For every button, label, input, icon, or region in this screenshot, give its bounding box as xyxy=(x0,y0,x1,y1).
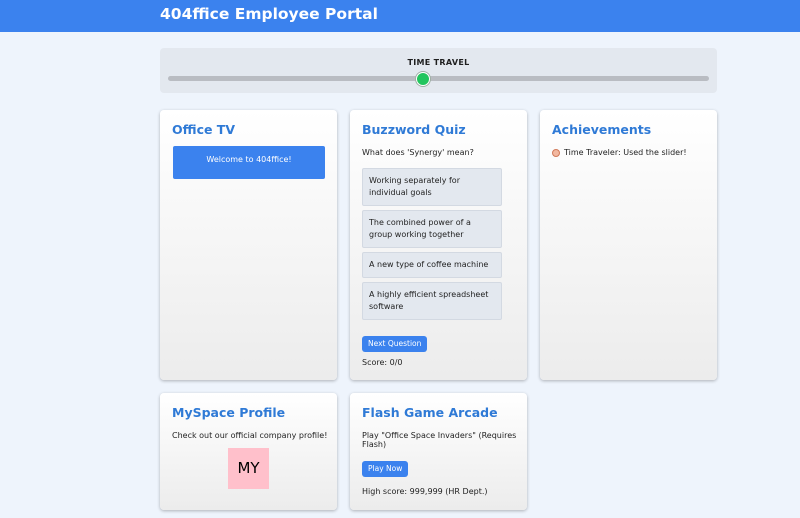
quiz-question: What does 'Synergy' mean? xyxy=(362,148,474,157)
next-question-button[interactable]: Next Question xyxy=(362,336,428,352)
flash-arcade-card: Flash Game Arcade Play "Office Space Inv… xyxy=(350,393,527,510)
time-travel-panel: TIME TRAVEL xyxy=(160,48,717,93)
arcade-high-score: High score: 999,999 (HR Dept.) xyxy=(362,487,488,496)
quiz-option[interactable]: The combined power of a group working to… xyxy=(362,210,502,248)
quiz-title: Buzzword Quiz xyxy=(362,122,466,137)
time-travel-slider-thumb[interactable] xyxy=(415,72,430,86)
quiz-score: Score: 0/0 xyxy=(362,358,403,367)
time-travel-label: TIME TRAVEL xyxy=(407,58,470,67)
arcade-title: Flash Game Arcade xyxy=(362,405,498,420)
achievements-card: Achievements Time Traveler: Used the sli… xyxy=(540,110,717,380)
myspace-title: MySpace Profile xyxy=(172,405,286,420)
office-tv-title: Office TV xyxy=(172,122,236,137)
medal-icon xyxy=(552,148,560,157)
header: 404ffice Employee Portal xyxy=(0,0,800,32)
time-travel-slider-track[interactable] xyxy=(168,76,709,81)
office-tv-screen: Welcome to 404ffice! xyxy=(173,146,325,179)
myspace-profile-card: MySpace Profile Check out our official c… xyxy=(160,393,337,510)
arcade-description: Play "Office Space Invaders" (Requires F… xyxy=(362,431,517,449)
myspace-description: Check out our official company profile! xyxy=(172,431,328,440)
office-tv-card: Office TV Welcome to 404ffice! xyxy=(160,110,337,380)
achievements-title: Achievements xyxy=(552,122,652,137)
quiz-option[interactable]: A new type of coffee machine xyxy=(362,252,502,278)
quiz-option[interactable]: A highly efficient spreadsheet software xyxy=(362,282,502,320)
play-now-button[interactable]: Play Now xyxy=(362,461,409,477)
achievement-item: Time Traveler: Used the slider! xyxy=(552,148,687,157)
buzzword-quiz-card: Buzzword Quiz What does 'Synergy' mean? … xyxy=(350,110,527,380)
myspace-logo[interactable]: MY xyxy=(228,448,269,489)
quiz-option[interactable]: Working separately for individual goals xyxy=(362,168,502,206)
achievement-text: Time Traveler: Used the slider! xyxy=(564,148,687,157)
page-title: 404ffice Employee Portal xyxy=(160,5,378,23)
